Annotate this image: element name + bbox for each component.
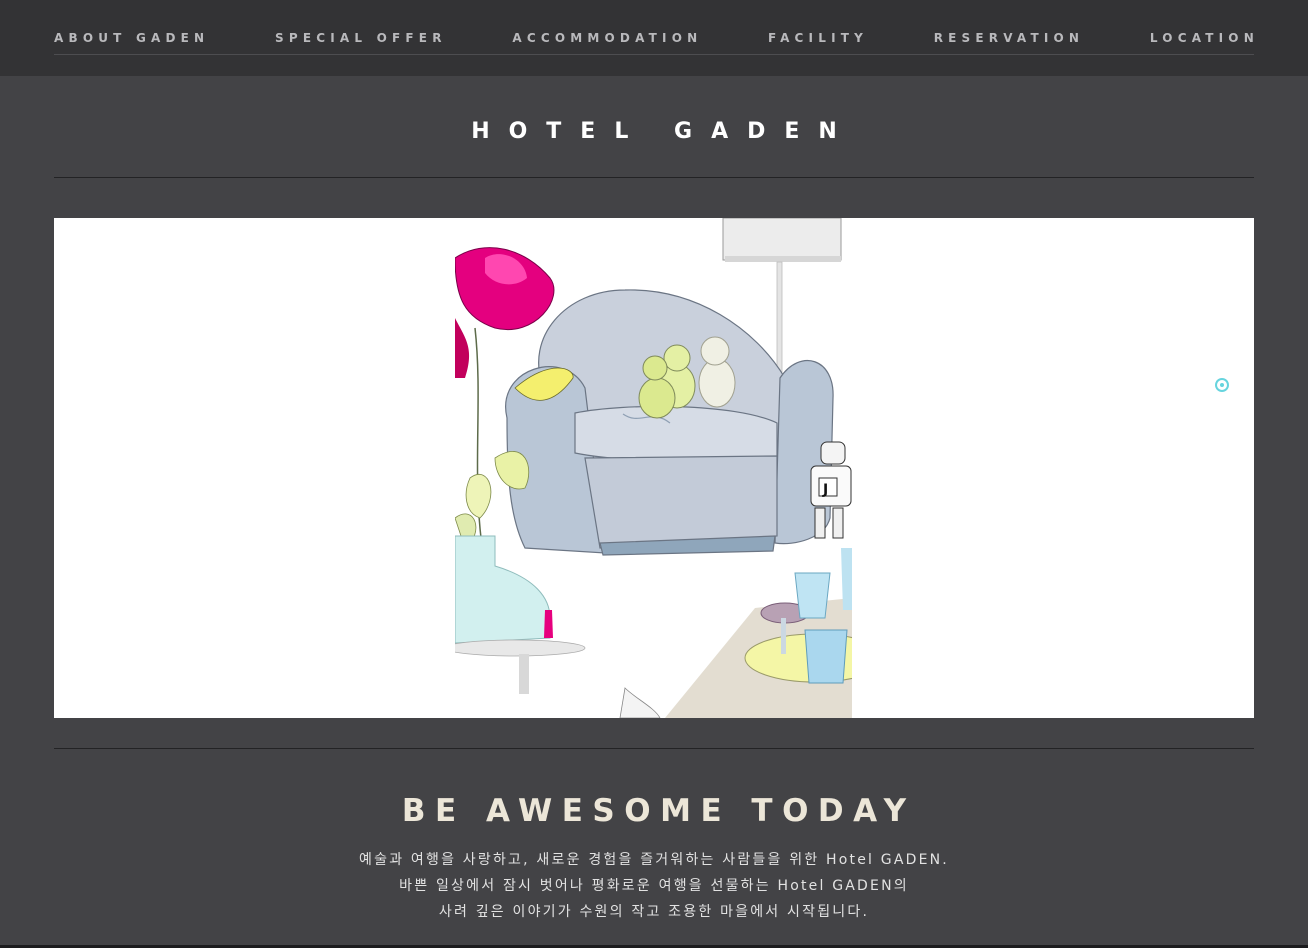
armchair-graphic [505,289,834,556]
intro-headline: BE AWESOME TODAY [401,793,916,829]
nav-item-accommodation[interactable]: ACCOMMODATION [512,30,697,46]
hero-slider: J [54,218,1254,718]
nav-link-location[interactable]: LOCATION [1150,30,1259,46]
nav-link-about-gaden[interactable]: ABOUT GADEN [54,30,209,46]
nav-link-facility[interactable]: FACILITY [768,30,868,46]
svg-text:J: J [822,482,828,498]
nav-item-facility[interactable]: FACILITY [768,30,863,46]
hero-illustration: J [455,218,852,718]
nav-item-location[interactable]: LOCATION [1150,30,1254,46]
intro-description: 예술과 여행을 사랑하고, 새로운 경험을 즐거워하는 사람들을 위한 Hote… [0,847,1308,925]
nav-item-special-offer[interactable]: SPECIAL OFFER [275,30,442,46]
nav-link-accommodation[interactable]: ACCOMMODATION [512,30,702,46]
slider-pager-dot[interactable] [1215,378,1229,392]
intro-line-3: 사려 깊은 이야기가 수원의 작고 조용한 마을에서 시작됩니다. [438,904,870,920]
tray-glasses-graphic [619,548,852,718]
vase-and-table-graphic [455,535,586,694]
main-nav: ABOUT GADEN SPECIAL OFFER ACCOMMODATION … [54,30,1254,55]
site-logo[interactable]: HOTEL GADEN [0,112,1308,152]
nav-link-reservation[interactable]: RESERVATION [934,30,1084,46]
nav-link-special-offer[interactable]: SPECIAL OFFER [275,30,447,46]
top-bar: ABOUT GADEN SPECIAL OFFER ACCOMMODATION … [0,0,1308,76]
intro-line-2: 바쁜 일상에서 잠시 벗어나 평화로운 여행을 선물하는 Hotel GADEN… [399,878,909,894]
divider-bottom [54,748,1254,749]
nav-item-reservation[interactable]: RESERVATION [934,30,1079,46]
divider-top [54,177,1254,178]
intro-line-1: 예술과 여행을 사랑하고, 새로운 경험을 즐거워하는 사람들을 위한 Hote… [359,852,949,868]
nav-item-about[interactable]: ABOUT GADEN [54,30,204,46]
